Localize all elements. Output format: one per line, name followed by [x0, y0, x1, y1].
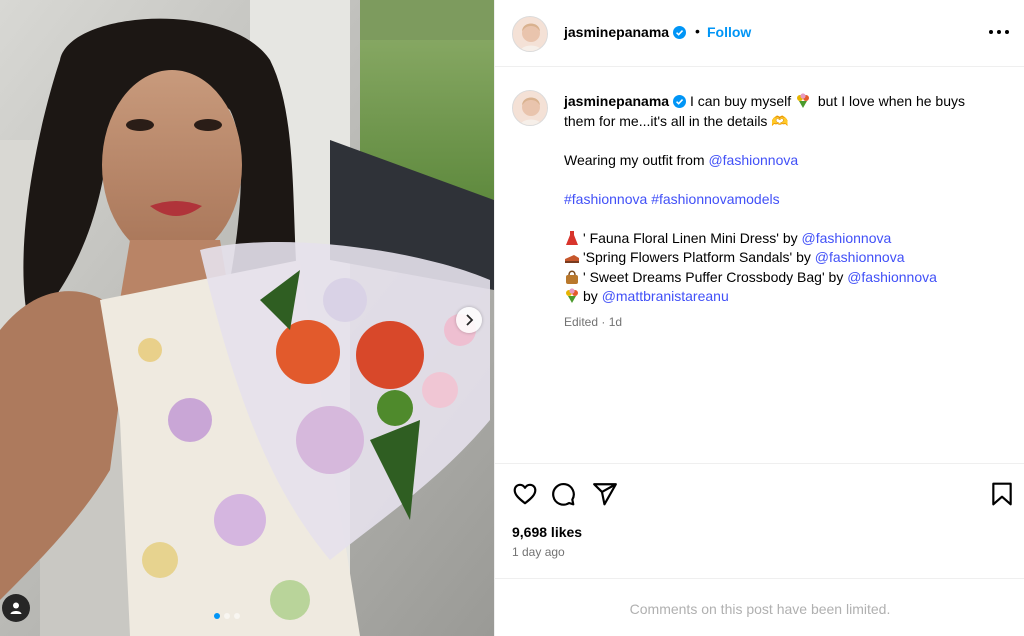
post-actions-section: 9,698 likes 1 day ago Comments on this p…: [495, 463, 1024, 636]
outfit-item: by @mattbranistareanu: [564, 287, 1004, 307]
carousel-dot: [224, 613, 230, 619]
caption-text: jasminepanama I can buy myself but I lov…: [564, 92, 1004, 332]
heart-icon[interactable]: [512, 481, 538, 507]
carousel-indicator: [214, 613, 240, 619]
likes-count[interactable]: 9,698 likes: [512, 524, 582, 540]
caption-line-1b: but I love when he buys: [817, 93, 965, 109]
more-options-icon: [989, 30, 993, 34]
comment-icon[interactable]: [550, 481, 576, 507]
bouquet-icon: [797, 93, 809, 108]
instagram-post: jasminepanama • Follow jasminepanama I c…: [0, 0, 1024, 636]
wearing-text: Wearing my outfit from: [564, 151, 705, 168]
more-options-button[interactable]: [989, 30, 1009, 36]
outfit-item: ' Fauna Floral Linen Mini Dress' by @fas…: [564, 229, 1004, 249]
bookmark-icon[interactable]: [989, 481, 1015, 507]
carousel-dot: [234, 613, 240, 619]
mention-link[interactable]: @fashionnova: [708, 152, 798, 168]
comments-limited-notice: Comments on this post have been limited.: [495, 578, 1024, 636]
post-photo: [0, 0, 494, 636]
mention-link[interactable]: @mattbranistareanu: [602, 288, 729, 304]
handbag-icon: [566, 270, 578, 284]
bouquet-icon: [566, 288, 578, 303]
share-icon[interactable]: [592, 481, 618, 507]
caption-author-avatar[interactable]: [512, 90, 548, 126]
dress-icon: [566, 230, 578, 245]
outfit-item: ' Sweet Dreams Puffer Crossbody Bag' by …: [564, 268, 1004, 288]
post-date[interactable]: 1 day ago: [512, 545, 565, 559]
mention-link[interactable]: @fashionnova: [815, 249, 905, 265]
caption-line-1: I can buy myself: [689, 93, 792, 109]
caption-line-2: them for me...it's all in the details 🫶: [564, 112, 789, 129]
tagged-users-button[interactable]: [2, 594, 30, 622]
post-media[interactable]: [0, 0, 494, 636]
author-avatar[interactable]: [512, 16, 548, 52]
carousel-dot: [214, 613, 220, 619]
caption-username[interactable]: jasminepanama: [564, 93, 669, 109]
author-username[interactable]: jasminepanama: [564, 24, 687, 40]
verified-badge-icon: [673, 26, 687, 39]
sandal-icon: [565, 255, 579, 263]
next-arrow-icon: [466, 314, 474, 326]
avatar-image: [513, 17, 547, 51]
edited-timestamp: Edited · 1d: [564, 314, 623, 329]
avatar-image: [513, 91, 547, 125]
mention-link[interactable]: @fashionnova: [802, 230, 892, 246]
post-header: jasminepanama • Follow: [495, 0, 1024, 67]
hashtag-link[interactable]: #fashionnovamodels: [651, 191, 779, 207]
user-tag-icon: [10, 602, 22, 614]
outfit-item: 'Spring Flowers Platform Sandals' by @fa…: [564, 248, 1004, 268]
hashtag-link[interactable]: #fashionnova: [564, 191, 647, 207]
mention-link[interactable]: @fashionnova: [847, 269, 937, 285]
follow-button[interactable]: Follow: [707, 24, 751, 40]
header-separator: •: [695, 23, 700, 39]
verified-badge-icon: [673, 95, 687, 108]
post-details-panel: jasminepanama • Follow jasminepanama I c…: [494, 0, 1024, 636]
next-slide-button[interactable]: [456, 307, 482, 333]
